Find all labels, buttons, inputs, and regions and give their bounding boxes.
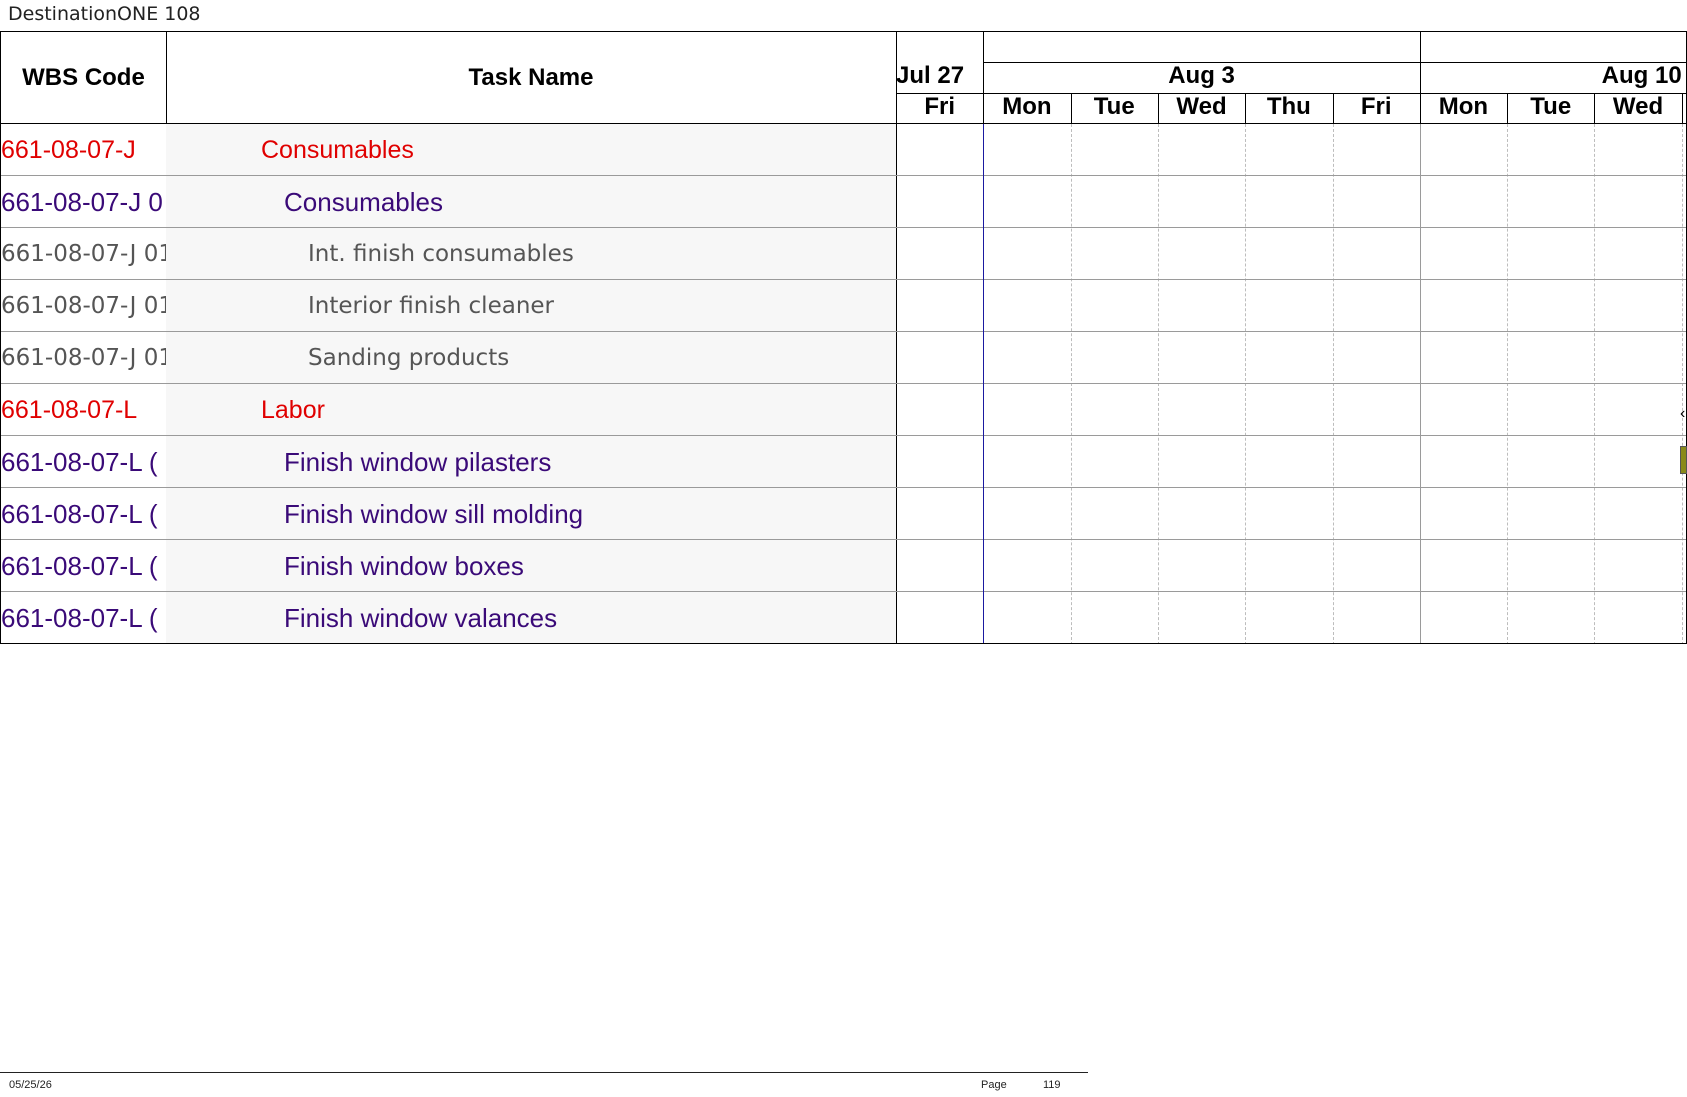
header-rule xyxy=(983,62,1686,63)
today-line xyxy=(983,124,984,643)
grid-day-line xyxy=(1681,124,1683,643)
table-row[interactable]: 661-08-07-L ( Finish window boxes xyxy=(1,540,896,592)
timeline-month-label: Aug 3 xyxy=(1168,62,1235,89)
footer-date: 05/25/26 xyxy=(9,1079,52,1091)
table-row[interactable]: 661-08-07-L ( Finish window sill molding xyxy=(1,488,896,540)
grid-day-line xyxy=(1332,124,1334,643)
table-row[interactable]: 661-08-07-L Labor xyxy=(1,384,896,436)
task-name-header[interactable]: Task Name xyxy=(166,32,896,124)
task-name-text: Interior finish cleaner xyxy=(308,293,555,319)
task-name-text: Labor xyxy=(261,395,325,424)
timeline-day-label: Mon xyxy=(1438,93,1489,120)
grid-day-line xyxy=(1157,124,1159,643)
task-name-cell[interactable]: Finish window pilasters xyxy=(166,436,896,488)
timeline-day-label: Fri xyxy=(924,93,955,120)
task-bar[interactable] xyxy=(1680,446,1687,474)
table-row[interactable]: 661-08-07-J Consumables xyxy=(1,124,896,176)
grid-day-line xyxy=(1419,124,1421,643)
timeline-day-label: Tue xyxy=(1530,93,1572,120)
grid-day-line xyxy=(1594,124,1596,643)
document-title: DestinationONE 108 xyxy=(8,3,201,25)
task-name-cell[interactable]: Labor xyxy=(166,384,896,436)
timeline-day-label: Wed xyxy=(1612,93,1664,120)
task-name-cell[interactable]: Consumables xyxy=(166,124,896,176)
table-row[interactable]: 661-08-07-J 0 Consumables xyxy=(1,176,896,228)
timeline-day-label: Fri xyxy=(1360,93,1392,120)
wbs-code-cell[interactable]: 661-08-07-J 01 xyxy=(1,228,166,280)
footer-divider xyxy=(0,1072,1088,1073)
timeline-month-label: Jul 27 xyxy=(896,62,965,89)
wbs-code-cell[interactable]: 661-08-07-J 01 xyxy=(1,332,166,384)
table-row[interactable]: 661-08-07-J 01 Int. finish consumables xyxy=(1,228,896,280)
task-name-text: Consumables xyxy=(261,135,414,164)
task-name-text: Int. finish consumables xyxy=(308,241,574,267)
day-divider xyxy=(1681,93,1683,124)
wbs-code-cell[interactable]: 661-08-07-J 01 xyxy=(1,280,166,332)
task-name-cell[interactable]: Finish window valances xyxy=(166,592,896,643)
wbs-code-cell[interactable]: 661-08-07-L ( xyxy=(1,540,166,592)
task-name-cell[interactable]: Sanding products xyxy=(166,332,896,384)
wbs-code-header[interactable]: WBS Code xyxy=(1,32,166,124)
column-divider[interactable] xyxy=(896,32,897,643)
footer-page-number: 119 xyxy=(1043,1079,1061,1091)
wbs-code-cell[interactable]: 661-08-07-L xyxy=(1,384,166,436)
task-name-cell[interactable]: Interior finish cleaner xyxy=(166,280,896,332)
gantt-sheet: WBS Code Task Name Jul 27 Aug 3 Aug 10 Fri M… xyxy=(0,31,1687,644)
task-name-text: Finish window valances xyxy=(284,602,558,633)
wbs-code-cell[interactable]: 661-08-07-L ( xyxy=(1,436,166,488)
table-row[interactable]: 661-08-07-L ( Finish window pilasters xyxy=(1,436,896,488)
timeline-day-label: Mon xyxy=(1002,93,1052,120)
task-name-cell[interactable]: Consumables xyxy=(166,176,896,228)
task-name-cell[interactable]: Finish window boxes xyxy=(166,540,896,592)
timeline-day-label: Wed xyxy=(1176,93,1227,120)
wbs-code-cell[interactable]: 661-08-07-L ( xyxy=(1,488,166,540)
grid-day-line xyxy=(1245,124,1247,643)
row-divider xyxy=(1,643,1687,644)
grid-day-line xyxy=(1507,124,1509,643)
timeline-month-label: Aug 10 xyxy=(1601,62,1682,89)
wbs-code-cell[interactable]: 661-08-07-J xyxy=(1,124,166,176)
table-row[interactable]: 661-08-07-J 01 Sanding products xyxy=(1,332,896,384)
task-name-cell[interactable]: Finish window sill molding xyxy=(166,488,896,540)
table-row[interactable]: 661-08-07-L ( Finish window valances xyxy=(1,592,896,643)
wbs-code-cell[interactable]: 661-08-07-J 0 xyxy=(1,176,166,228)
timeline-day-label: Tue xyxy=(1093,93,1135,120)
task-name-text: Finish window boxes xyxy=(284,550,524,581)
task-name-text: Consumables xyxy=(284,186,443,217)
footer-page-label: Page xyxy=(981,1079,1007,1091)
table-row[interactable]: 661-08-07-J 01 Interior finish cleaner xyxy=(1,280,896,332)
grid-day-line xyxy=(1070,124,1072,643)
wbs-code-cell[interactable]: 661-08-07-L ( xyxy=(1,592,166,643)
bar-arrow-icon: ‹ xyxy=(1680,405,1686,422)
task-name-cell[interactable]: Int. finish consumables xyxy=(166,228,896,280)
task-name-text: Finish window pilasters xyxy=(284,446,552,477)
task-name-text: Sanding products xyxy=(308,345,510,371)
task-name-text: Finish window sill molding xyxy=(284,498,584,529)
timeline-day-label: Thu xyxy=(1266,93,1311,120)
